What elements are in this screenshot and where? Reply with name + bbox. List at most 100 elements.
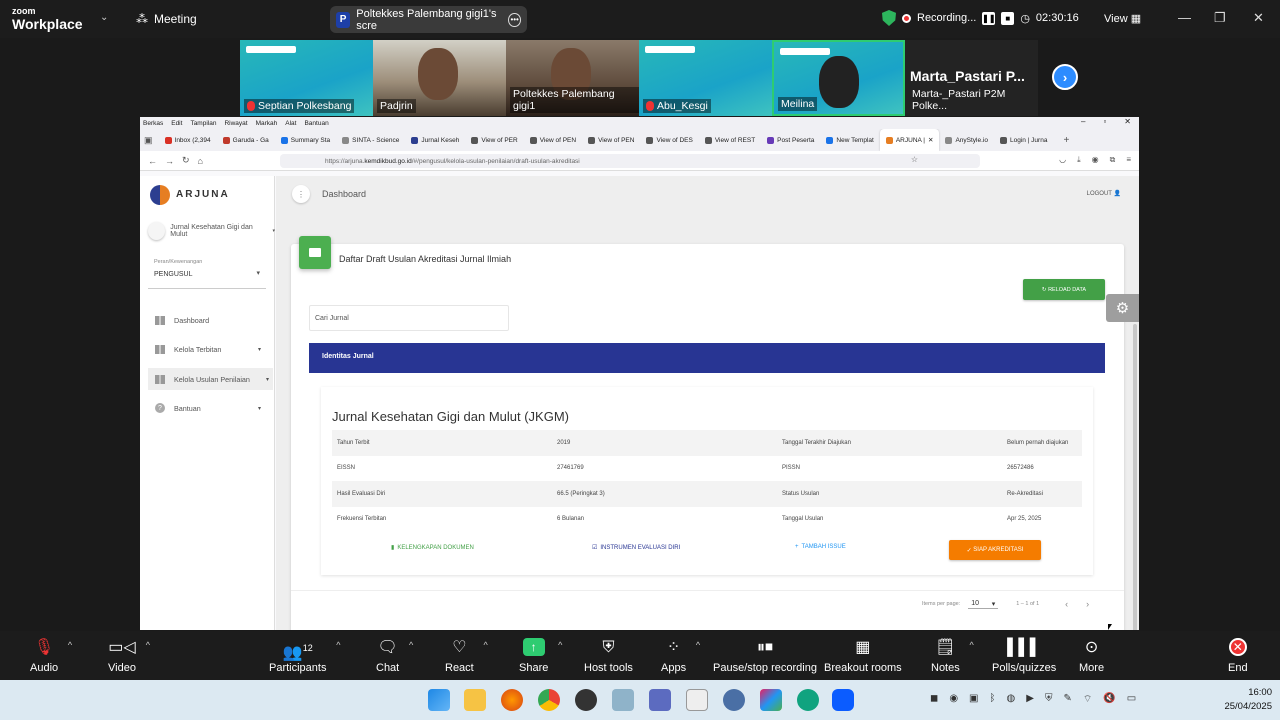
forward-icon[interactable]: → (165, 156, 174, 166)
back-icon[interactable]: ← (148, 156, 157, 166)
app-icon[interactable] (575, 689, 597, 711)
stop-recording-icon[interactable]: ■ (1001, 11, 1015, 25)
audio-button[interactable]: 🎙 Audio ^ (30, 638, 72, 674)
chat-button[interactable]: 🗨 Chat ^ (376, 638, 413, 674)
chevron-up-icon[interactable]: ^ (484, 640, 488, 650)
volume-muted-icon[interactable]: 🔇 (1103, 693, 1115, 706)
view-menu[interactable]: View ▦ (1104, 12, 1141, 25)
journal-selector[interactable]: Jurnal Kesehatan Gigi dan Mulut ▾ (148, 222, 275, 240)
close-icon[interactable]: ✕ (1253, 10, 1264, 26)
chevron-up-icon[interactable]: ^ (336, 640, 340, 650)
download-icon[interactable]: ⤓ (1077, 155, 1081, 165)
chevron-up-icon[interactable]: ^ (558, 640, 562, 650)
more-button[interactable]: ⊙ More (1079, 638, 1104, 674)
browser-tab[interactable]: New Templat (820, 129, 879, 151)
bookmark-star-icon[interactable]: ☆ (911, 155, 918, 165)
app-icon[interactable] (686, 689, 708, 711)
chevron-up-icon[interactable]: ^ (146, 640, 150, 650)
tab-overview-icon[interactable]: ▣ (144, 135, 153, 146)
reload-data-button[interactable]: ↻ RELOAD DATA (1023, 279, 1105, 300)
browser-tab[interactable]: View of PEN (524, 129, 582, 151)
screen-share-indicator[interactable]: P Poltekkes Palembang gigi1's scre ••• (330, 6, 527, 33)
minimize-icon[interactable]: — (1178, 10, 1191, 25)
sidebar-item-kelola-terbitan[interactable]: Kelola Terbitan ▾ (148, 338, 273, 360)
more-options-icon[interactable]: ••• (508, 12, 521, 27)
participant-tile-active-speaker[interactable]: Meilina (772, 40, 905, 116)
security-icon[interactable]: ⛨ (1045, 693, 1053, 706)
next-page-button[interactable]: › (1052, 64, 1078, 90)
participant-tile[interactable]: Padjrin (373, 40, 506, 116)
extensions-icon[interactable]: ⧉ (1110, 155, 1116, 165)
meeting-menu[interactable]: ⁂ Meeting (136, 12, 197, 26)
apps-button[interactable]: ⁘ Apps ^ (661, 638, 700, 674)
pause-recording-icon[interactable]: ❚❚ (982, 11, 996, 25)
restore-icon[interactable]: ❐ (1214, 10, 1226, 26)
browser-tab[interactable]: ARJUNA | ✕ (879, 129, 940, 151)
reload-icon[interactable]: ↻ (182, 155, 190, 166)
share-button[interactable]: ↑ Share ^ (519, 638, 562, 674)
restore-icon[interactable]: ▫ (1103, 117, 1106, 126)
zoom-tray-icon[interactable]: ◍ (1007, 693, 1016, 706)
chevron-up-icon[interactable]: ^ (68, 640, 72, 650)
next-page-icon[interactable]: › (1086, 599, 1089, 609)
zoom-logo[interactable]: zoom Workplace (12, 6, 83, 32)
wifi-icon[interactable]: ⌔ (1083, 693, 1092, 706)
items-per-page-select[interactable]: 10 ▾ (968, 600, 999, 609)
menu-item[interactable]: Berkas (143, 120, 163, 127)
new-tab-icon[interactable]: + (1063, 135, 1069, 146)
nvidia-icon[interactable]: ▣ (969, 693, 978, 706)
chevron-up-icon[interactable]: ^ (696, 640, 700, 650)
participant-tile[interactable]: Abu_Kesgi (639, 40, 772, 116)
menu-toggle-icon[interactable]: ⋮ (292, 185, 310, 203)
menu-item[interactable]: Markah (256, 120, 278, 127)
react-button[interactable]: ♡ React ^ (445, 638, 488, 674)
browser-tab[interactable]: Jurnal Keseh (405, 129, 465, 151)
pause-stop-recording-button[interactable]: ⏸⏹ Pause/stop recording (713, 638, 817, 674)
polls-button[interactable]: ▌▌▌ Polls/quizzes (992, 638, 1056, 674)
clock[interactable]: 16:00 25/04/2025 (1224, 686, 1272, 714)
end-meeting-button[interactable]: ✕ End (1228, 638, 1248, 674)
browser-tab[interactable]: Login | Jurna (994, 129, 1053, 151)
tambah-issue-button[interactable]: + TAMBAH ISSUE (795, 544, 846, 550)
address-bar[interactable]: https://arjuna. kemdikbud.go.id/#/pengusu… (280, 154, 980, 168)
chevron-down-icon[interactable]: ⌄ (100, 12, 108, 23)
firefox-icon[interactable] (501, 689, 523, 711)
menu-icon[interactable]: ≡ (1126, 155, 1131, 165)
scrollbar[interactable] (1133, 324, 1137, 630)
chrome-icon[interactable] (538, 689, 560, 711)
security-shield-icon[interactable] (882, 10, 896, 26)
menu-item[interactable]: Edit (171, 120, 182, 127)
chatgpt-icon[interactable] (797, 689, 819, 711)
minimize-icon[interactable]: – (1081, 117, 1085, 126)
participant-tile[interactable]: Septian Polkesbang (240, 40, 373, 116)
host-tools-button[interactable]: ⛨ Host tools (584, 638, 633, 674)
browser-tab[interactable]: View of PER (465, 129, 523, 151)
app-icon[interactable] (723, 689, 745, 711)
video-button[interactable]: ▭◁ Video ^ (108, 638, 150, 674)
close-icon[interactable]: ✕ (1124, 117, 1131, 126)
sidebar-item-kelola-usulan[interactable]: Kelola Usulan Penilaian ▾ (148, 368, 273, 390)
role-select[interactable]: Peran/Kewenangan PENGUSUL ▾ (148, 254, 266, 289)
participant-tile[interactable]: Poltekkes Palembang gigi1 (506, 40, 639, 116)
instrumen-evaluasi-button[interactable]: ☑ INSTRUMEN EVALUASI DIRI (592, 544, 680, 552)
siap-akreditasi-button[interactable]: ✓ SIAP AKREDITASI (949, 540, 1041, 560)
chevron-up-icon[interactable]: ^ (970, 640, 974, 650)
app-icon[interactable] (612, 689, 634, 711)
app-icon[interactable] (760, 689, 782, 711)
tray-app-icon[interactable]: ◉ (949, 693, 958, 706)
settings-gear-icon[interactable]: ⚙ (1106, 294, 1139, 322)
browser-tab[interactable]: Summary Sta (275, 129, 336, 151)
participant-tile[interactable]: Marta_Pastari P... Marta-_Pastari P2M Po… (905, 40, 1038, 116)
close-tab-icon[interactable]: ✕ (928, 136, 933, 144)
file-explorer-icon[interactable] (464, 689, 486, 711)
participants-button[interactable]: 👥12 Participants ^ (269, 638, 340, 674)
bluetooth-icon[interactable]: ᛒ (990, 693, 996, 706)
prev-page-icon[interactable]: ‹ (1065, 599, 1068, 609)
zoom-taskbar-icon[interactable] (832, 689, 854, 711)
chevron-up-icon[interactable]: ^ (409, 640, 413, 650)
browser-tab[interactable]: View of DES (640, 129, 698, 151)
notes-button[interactable]: 🗒 Notes ^ (931, 638, 974, 674)
browser-tab[interactable]: SINTA - Science (336, 129, 405, 151)
tray-app-icon[interactable]: ▶ (1026, 693, 1034, 706)
breakout-rooms-button[interactable]: ▦ Breakout rooms (824, 638, 902, 674)
